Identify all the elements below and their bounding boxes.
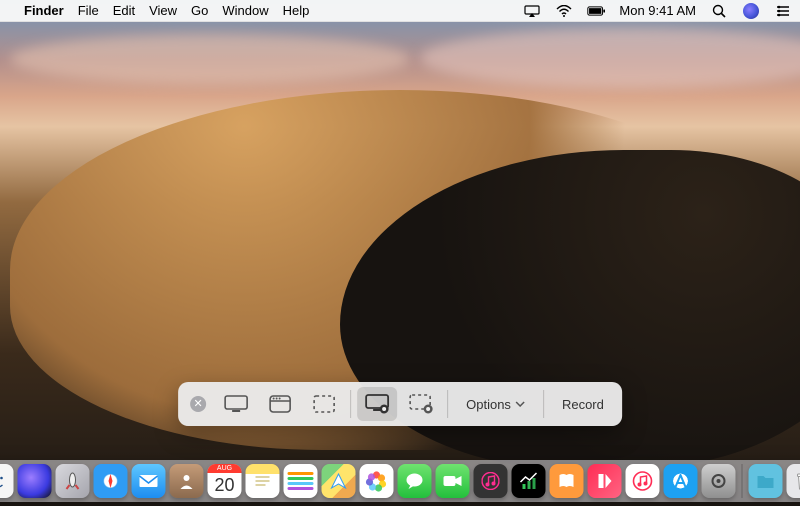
menubar-left: Finder File Edit View Go Window Help	[10, 3, 309, 18]
menubar-clock[interactable]: Mon 9:41 AM	[619, 3, 696, 18]
folder-icon	[756, 472, 776, 490]
options-label: Options	[466, 397, 511, 412]
news-icon	[596, 472, 614, 490]
capture-selected-portion-button[interactable]	[304, 387, 344, 421]
rocket-icon	[63, 471, 83, 491]
menu-edit[interactable]: Edit	[113, 3, 135, 18]
toolbar-separator	[350, 390, 351, 418]
capture-selected-window-button[interactable]	[260, 387, 300, 421]
compass-icon	[102, 472, 120, 490]
speech-bubble-icon	[405, 472, 425, 490]
dock-app-reminders[interactable]	[284, 464, 318, 498]
toolbar-separator	[543, 390, 544, 418]
book-icon	[558, 472, 576, 490]
dock-folder-downloads[interactable]	[749, 464, 783, 498]
stocks-icon	[518, 470, 540, 492]
battery-icon[interactable]	[587, 2, 605, 20]
dock-trash[interactable]	[787, 464, 800, 498]
dock-app-calendar[interactable]: AUG 20	[208, 464, 242, 498]
finder-icon	[0, 470, 8, 492]
chevron-down-icon	[515, 401, 525, 407]
close-icon: ✕	[190, 396, 206, 412]
dock-app-notes[interactable]	[246, 464, 280, 498]
person-icon	[180, 473, 194, 489]
airplay-icon[interactable]	[523, 2, 541, 20]
photos-flower-icon	[366, 470, 388, 492]
spotlight-icon[interactable]	[710, 2, 728, 20]
video-camera-icon	[443, 474, 463, 488]
trash-icon	[796, 471, 800, 491]
siri-icon[interactable]	[742, 2, 760, 20]
calendar-day: 20	[214, 473, 234, 497]
dock-app-finder[interactable]	[0, 464, 14, 498]
maps-arrow-icon	[331, 473, 347, 489]
gear-icon	[709, 471, 729, 491]
cloud	[10, 34, 410, 84]
dock-app-mail[interactable]	[132, 464, 166, 498]
dock-app-ibooks[interactable]	[550, 464, 584, 498]
menubar: Finder File Edit View Go Window Help Mon…	[0, 0, 800, 22]
music-note-icon	[482, 472, 500, 490]
menu-go[interactable]: Go	[191, 3, 208, 18]
envelope-icon	[138, 473, 160, 489]
calendar-month: AUG	[208, 464, 242, 473]
dock-app-stocks[interactable]	[512, 464, 546, 498]
dock: AUG 20	[0, 460, 800, 502]
music-note-icon	[633, 471, 653, 491]
menu-view[interactable]: View	[149, 3, 177, 18]
dock-app-news[interactable]	[588, 464, 622, 498]
close-button[interactable]: ✕	[184, 387, 212, 421]
record-entire-screen-button[interactable]	[357, 387, 397, 421]
dock-app-photos[interactable]	[360, 464, 394, 498]
dock-app-system-preferences[interactable]	[702, 464, 736, 498]
dock-app-facetime[interactable]	[436, 464, 470, 498]
dock-app-safari[interactable]	[94, 464, 128, 498]
desktop: Finder File Edit View Go Window Help Mon…	[0, 0, 800, 506]
capture-entire-screen-button[interactable]	[216, 387, 256, 421]
record-label: Record	[562, 397, 604, 412]
appstore-a-icon	[673, 473, 689, 489]
screenshot-toolbar: ✕ Options Record	[178, 382, 622, 426]
cloud	[420, 28, 800, 88]
dock-app-music[interactable]	[626, 464, 660, 498]
dock-app-siri[interactable]	[18, 464, 52, 498]
dock-app-launchpad[interactable]	[56, 464, 90, 498]
notes-icon	[253, 474, 273, 488]
toolbar-separator	[447, 390, 448, 418]
menubar-right: Mon 9:41 AM	[523, 2, 792, 20]
record-selected-portion-button[interactable]	[401, 387, 441, 421]
record-button[interactable]: Record	[550, 387, 616, 421]
dock-app-messages[interactable]	[398, 464, 432, 498]
options-menu[interactable]: Options	[454, 387, 537, 421]
wifi-icon[interactable]	[555, 2, 573, 20]
menubar-app-name[interactable]: Finder	[24, 3, 64, 18]
menu-help[interactable]: Help	[283, 3, 310, 18]
notification-center-icon[interactable]	[774, 2, 792, 20]
dock-app-itunes[interactable]	[474, 464, 508, 498]
dock-app-appstore[interactable]	[664, 464, 698, 498]
dock-separator	[742, 464, 743, 498]
dock-app-maps[interactable]	[322, 464, 356, 498]
dock-app-contacts[interactable]	[170, 464, 204, 498]
menu-file[interactable]: File	[78, 3, 99, 18]
menu-window[interactable]: Window	[222, 3, 268, 18]
